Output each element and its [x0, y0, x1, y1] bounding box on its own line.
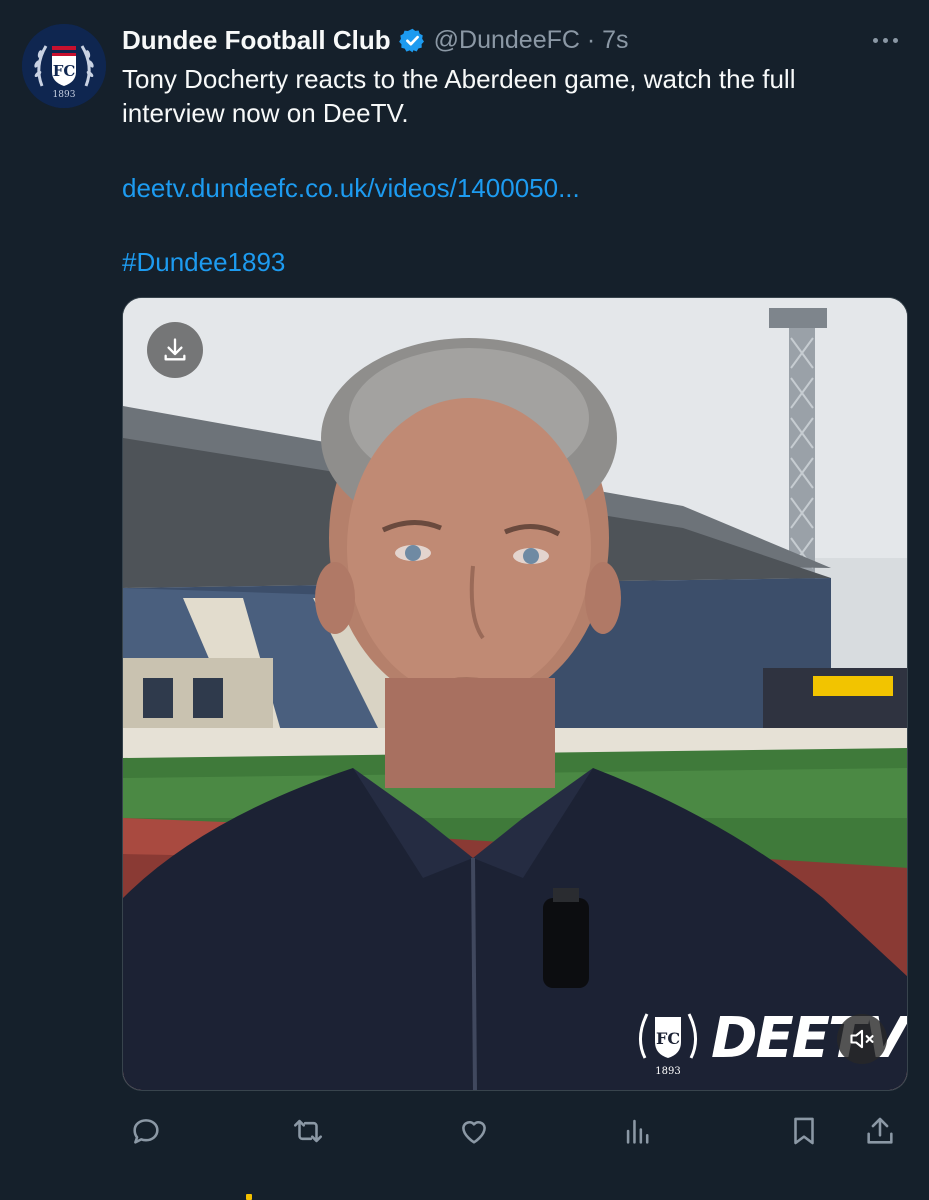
svg-text:FC: FC	[656, 1029, 680, 1048]
club-crest-watermark-icon: FC 1893	[639, 1012, 697, 1077]
mute-button[interactable]	[837, 1014, 887, 1064]
video-frame	[123, 298, 907, 1090]
verified-badge-icon	[398, 28, 424, 52]
views-button[interactable]	[614, 1105, 662, 1157]
bookmark-button[interactable]	[780, 1105, 828, 1157]
svg-text:FC: FC	[53, 62, 76, 80]
avatar[interactable]: FC 1893	[22, 24, 106, 108]
retweet-button[interactable]	[284, 1105, 332, 1157]
bookmark-icon	[794, 1117, 814, 1145]
tweet[interactable]: FC 1893 Dundee Football Club @DundeeFC ·…	[0, 0, 929, 1200]
share-icon	[867, 1117, 893, 1144]
svg-text:1893: 1893	[53, 90, 76, 100]
like-icon	[462, 1121, 486, 1144]
like-button[interactable]	[450, 1105, 498, 1157]
reply-button[interactable]	[122, 1105, 170, 1157]
download-button[interactable]	[147, 322, 203, 378]
reply-icon	[133, 1119, 159, 1144]
next-tweet-edge	[246, 1194, 252, 1200]
tweet-text: Tony Docherty reacts to the Aberdeen gam…	[122, 64, 796, 128]
club-crest-icon: FC 1893	[22, 24, 106, 108]
tweet-header: Dundee Football Club @DundeeFC · 7s	[122, 22, 629, 58]
tweet-link[interactable]: deetv.dundeefc.co.uk/videos/1400050...	[122, 171, 580, 205]
video-player[interactable]: FC 1893 DEETV	[122, 297, 908, 1091]
svg-text:1893: 1893	[655, 1066, 680, 1077]
muted-speaker-icon	[850, 1029, 874, 1049]
views-icon	[626, 1119, 649, 1144]
tweet-hashtag[interactable]: #Dundee1893	[122, 245, 285, 279]
retweet-icon	[293, 1119, 323, 1143]
author-name[interactable]: Dundee Football Club	[122, 25, 391, 56]
share-button[interactable]	[856, 1105, 904, 1157]
author-handle-time[interactable]: @DundeeFC · 7s	[434, 26, 629, 55]
action-bar	[122, 1105, 908, 1157]
download-icon	[164, 338, 186, 361]
more-options-icon[interactable]	[865, 26, 905, 54]
